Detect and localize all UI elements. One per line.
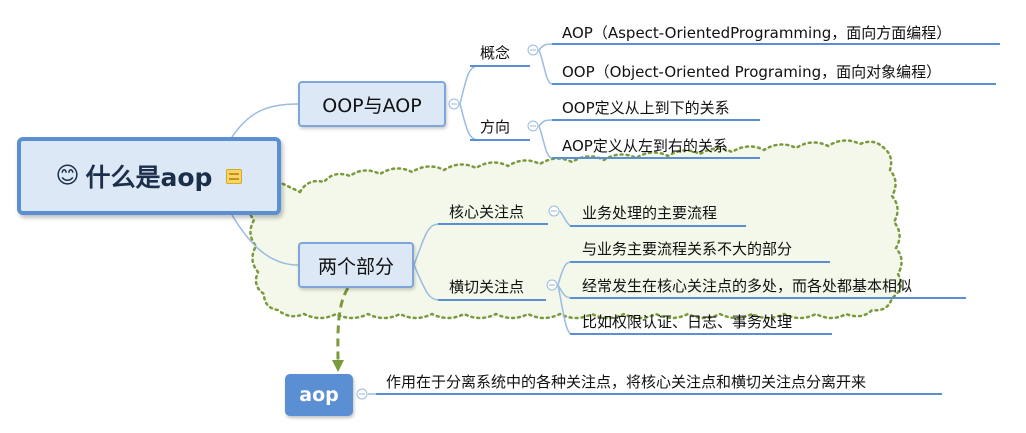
collapse-icon[interactable] xyxy=(356,388,368,400)
topic-leaf[interactable]: 业务处理的主要流程 xyxy=(582,202,717,223)
link xyxy=(459,103,479,141)
link xyxy=(538,125,553,159)
branch-label: OOP与AOP xyxy=(322,94,422,117)
root-title: 什么是aop xyxy=(85,163,213,192)
arrow-head-icon xyxy=(332,360,344,372)
link xyxy=(538,119,553,127)
note-icon[interactable] xyxy=(226,168,243,184)
floating-topic-aop[interactable]: aop xyxy=(285,374,353,416)
branch-label: 两个部分 xyxy=(317,255,394,278)
topic-core-concern[interactable]: 核心关注点 xyxy=(449,201,524,222)
link xyxy=(538,43,553,51)
collapse-icon[interactable] xyxy=(548,205,560,217)
topic-direction[interactable]: 方向 xyxy=(480,116,510,137)
link xyxy=(538,49,553,85)
topic-leaf[interactable]: 与业务主要流程关系不大的部分 xyxy=(582,238,792,259)
topic-leaf[interactable]: AOP定义从左到右的关系 xyxy=(562,135,728,156)
collapse-icon[interactable] xyxy=(527,120,539,132)
topic-concept[interactable]: 概念 xyxy=(480,42,510,63)
collapse-icon[interactable] xyxy=(527,44,539,56)
collapse-icon[interactable] xyxy=(448,98,460,110)
topic-leaf[interactable]: AOP（Aspect-OrientedProgramming，面向方面编程） xyxy=(562,22,951,43)
link-root-b1 xyxy=(231,103,299,138)
topic-leaf[interactable]: 比如权限认证、日志、事务处理 xyxy=(582,311,792,332)
branch-node-two-parts[interactable]: 两个部分 xyxy=(298,242,414,288)
link xyxy=(459,65,479,105)
floating-topic-label: aop xyxy=(299,384,339,406)
branch-node-oop-aop[interactable]: OOP与AOP xyxy=(298,81,446,127)
root-node[interactable]: 😊 什么是aop xyxy=(17,137,281,215)
collapse-icon[interactable] xyxy=(546,279,558,291)
topic-leaf[interactable]: OOP定义从上到下的关系 xyxy=(562,97,730,118)
topic-crosscut-concern[interactable]: 横切关注点 xyxy=(449,276,524,297)
smile-icon: 😊 xyxy=(55,162,80,189)
topic-leaf[interactable]: 经常发生在核心关注点的多处，而各处都基本相似 xyxy=(582,275,912,296)
topic-leaf[interactable]: 作用在于分离系统中的各种关注点，将核心关注点和横切关注点分离开来 xyxy=(386,371,866,392)
topic-leaf[interactable]: OOP（Object-Oriented Programing，面向对象编程） xyxy=(562,61,941,82)
